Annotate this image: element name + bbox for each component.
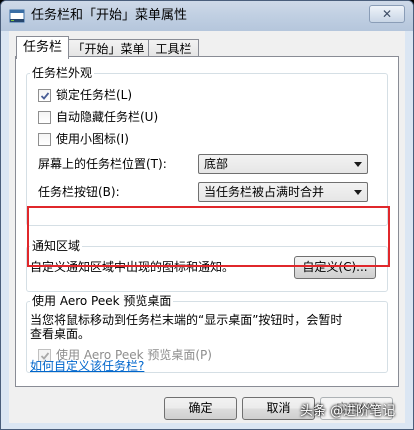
- taskbar-buttons-select[interactable]: 当任务栏被占满时合并: [198, 182, 368, 202]
- aero-peek-description-line2: 查看桌面。: [30, 327, 91, 341]
- chevron-down-icon: [354, 190, 362, 195]
- taskbar-buttons-label: 任务栏按钮(B):: [38, 185, 120, 199]
- notification-area-description: 自定义通知区域中出现的图标和通知。: [30, 260, 235, 274]
- small-icons-label: 使用小图标(I): [56, 132, 129, 146]
- taskbar-buttons-value: 当任务栏被占满时合并: [204, 185, 325, 199]
- lock-taskbar-checkbox[interactable]: [38, 89, 51, 102]
- notification-area-title: 通知区域: [30, 239, 83, 253]
- tab-label: 任务栏: [22, 40, 62, 55]
- tab-label: 「开始」菜单: [72, 42, 145, 56]
- auto-hide-label: 自动隐藏任务栏(U): [56, 110, 159, 124]
- lock-taskbar-label: 锁定任务栏(L): [56, 88, 133, 102]
- taskbar-location-value: 底部: [204, 157, 229, 171]
- taskbar-appearance-title: 任务栏外观: [30, 66, 95, 80]
- tab-label: 工具栏: [155, 42, 192, 56]
- taskbar-location-label: 屏幕上的任务栏位置(T):: [38, 157, 167, 171]
- dialog-client-area: 任务栏 「开始」菜单 工具栏 任务栏外观 锁定任务栏(L) 自动隐藏任务栏(U)…: [9, 31, 405, 423]
- customize-button-label: 自定义(C)...: [302, 260, 368, 274]
- watermark: 头条 @进阶笔记: [300, 404, 396, 419]
- close-icon: ✕: [381, 7, 393, 21]
- small-icons-checkbox[interactable]: [38, 133, 51, 146]
- checkmark-icon: [40, 92, 50, 100]
- chevron-down-icon: [354, 162, 362, 167]
- taskbar-properties-dialog: 任务栏和「开始」菜单属性 ✕ 任务栏 「开始」菜单 工具栏 任务栏外观 锁定任务…: [0, 0, 414, 430]
- title-bar[interactable]: 任务栏和「开始」菜单属性 ✕: [1, 1, 413, 31]
- ok-button-label: 确定: [188, 401, 213, 415]
- cancel-button-label: 取消: [266, 401, 291, 415]
- aero-peek-title: 使用 Aero Peek 预览桌面: [30, 294, 174, 308]
- tab-taskbar[interactable]: 任务栏: [16, 36, 69, 59]
- auto-hide-checkbox[interactable]: [38, 111, 51, 124]
- taskbar-window-icon: [9, 8, 25, 24]
- help-link[interactable]: 如何自定义该任务栏?: [30, 357, 144, 374]
- taskbar-tab-panel: 任务栏外观 锁定任务栏(L) 自动隐藏任务栏(U) 使用小图标(I) 屏幕上的任…: [15, 56, 399, 387]
- customize-notifications-button[interactable]: 自定义(C)...: [294, 256, 376, 279]
- aero-peek-description-line1: 当您将鼠标移动到任务栏末端的“显示桌面”按钮时，会暂时: [30, 313, 343, 327]
- close-button[interactable]: ✕: [369, 5, 405, 23]
- window-title: 任务栏和「开始」菜单属性: [31, 8, 188, 23]
- taskbar-location-select[interactable]: 底部: [198, 154, 368, 174]
- ok-button[interactable]: 确定: [164, 397, 237, 420]
